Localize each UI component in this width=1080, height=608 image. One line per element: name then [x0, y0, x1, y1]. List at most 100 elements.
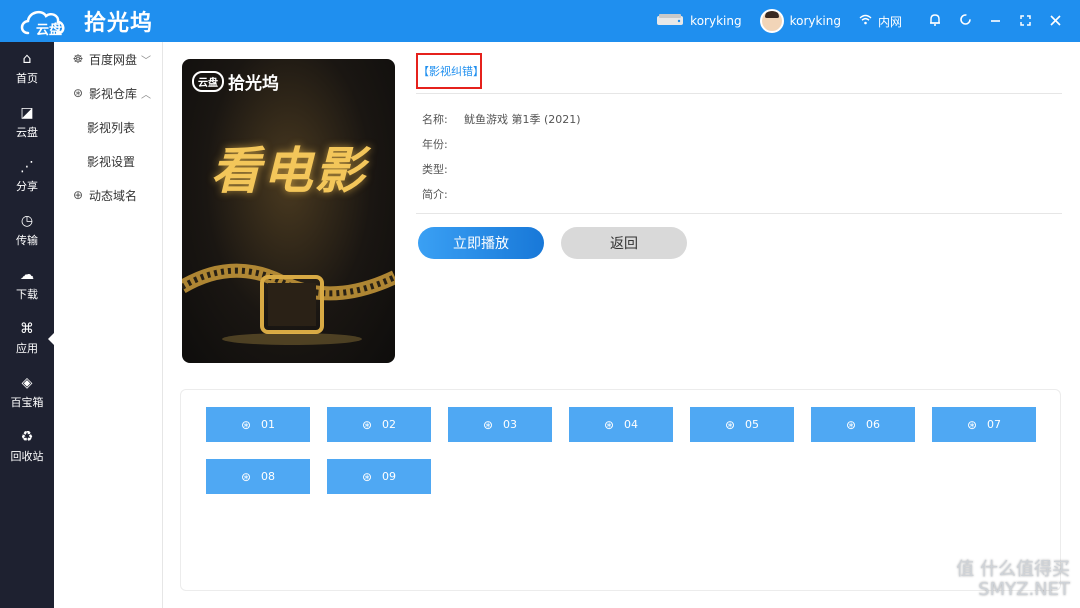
- minimize-button[interactable]: [980, 0, 1010, 42]
- film-reel-icon: ⊛: [966, 417, 978, 432]
- divider: [416, 213, 1062, 214]
- subnav-label: 影视设置: [87, 154, 136, 169]
- episode-label: 05: [745, 418, 760, 431]
- play-now-button[interactable]: 立即播放: [418, 227, 544, 259]
- close-icon: [1049, 12, 1061, 30]
- info-label: 名称:: [422, 112, 448, 126]
- divider: [416, 93, 1062, 94]
- maximize-icon: [1019, 12, 1031, 30]
- episode-label: 06: [866, 418, 881, 431]
- movie-poster: 云盘 拾光坞 看电影: [182, 59, 395, 363]
- main-nav: ⌂ 首页 ◪ 云盘 ⋰ 分享 ◷ 传输 ☁ 下载 ⌘ 应用 ◈ 百宝箱 ♻ 回收…: [0, 42, 55, 608]
- nav-item-share[interactable]: ⋰ 分享: [0, 150, 54, 204]
- refresh-icon: [959, 12, 972, 30]
- nav-label: 应用: [16, 342, 38, 355]
- app-name: 拾光坞: [84, 11, 154, 36]
- film-reel-icon: ⊛: [240, 469, 252, 484]
- apps-icon: ⌘: [20, 321, 34, 337]
- episode-button[interactable]: ⊛ 02: [327, 407, 431, 442]
- episode-button[interactable]: ⊛ 05: [690, 407, 794, 442]
- refresh-button[interactable]: [950, 0, 980, 42]
- nav-item-home[interactable]: ⌂ 首页: [0, 42, 54, 96]
- network-status[interactable]: 内网: [859, 13, 902, 30]
- nav-item-recycle-bin[interactable]: ♻ 回收站: [0, 420, 54, 474]
- episode-button[interactable]: ⊛ 04: [569, 407, 673, 442]
- logo-cloud-text: 云盘: [36, 23, 63, 38]
- episode-label: 01: [261, 418, 276, 431]
- nav-item-cloud-disk[interactable]: ◪ 云盘: [0, 96, 54, 150]
- info-row-genre: 类型:: [422, 156, 581, 181]
- cloud-logo-icon: 云盘: [18, 5, 80, 38]
- wifi-icon: [859, 14, 872, 28]
- subnav-item-media-settings[interactable]: 影视设置: [54, 144, 162, 178]
- subnav-label: 动态域名: [89, 188, 138, 203]
- nav-label: 传输: [16, 234, 38, 247]
- nav-label: 首页: [16, 72, 38, 85]
- nav-item-download[interactable]: ☁ 下载: [0, 258, 54, 312]
- nav-item-transfer[interactable]: ◷ 传输: [0, 204, 54, 258]
- device-name: koryking: [690, 14, 742, 28]
- nav-label: 百宝箱: [10, 396, 44, 409]
- back-button[interactable]: 返回: [561, 227, 687, 259]
- recycle-icon: ♻: [20, 429, 34, 445]
- subnav-label: 影视列表: [87, 120, 136, 135]
- film-reel-icon: ⊛: [240, 417, 252, 432]
- chevron-down-icon: ﹀: [141, 55, 152, 67]
- film-reel-icon: ⊛: [603, 417, 615, 432]
- transfer-icon: ◷: [20, 213, 34, 229]
- film-reel-icon: ⊛: [845, 417, 857, 432]
- user-name: koryking: [789, 14, 841, 28]
- info-label: 简介:: [422, 187, 448, 201]
- subnav-item-media-library[interactable]: ⊛ 影视仓库 ︿: [54, 76, 162, 110]
- episode-button[interactable]: ⊛ 06: [811, 407, 915, 442]
- nav-item-apps[interactable]: ⌘ 应用: [0, 312, 55, 366]
- nav-item-toolbox[interactable]: ◈ 百宝箱: [0, 366, 54, 420]
- media-detail-panel: 云盘 拾光坞 看电影 【影视纠错】 名称: 鱿鱼游戏 第1季 (2021) 年份…: [163, 42, 1080, 608]
- notification-button[interactable]: [920, 0, 950, 42]
- nav-label: 下载: [16, 288, 38, 301]
- episode-button[interactable]: ⊛ 01: [206, 407, 310, 442]
- episode-label: 04: [624, 418, 639, 431]
- app-logo: 云盘 拾光坞: [18, 5, 154, 38]
- subnav-item-ddns[interactable]: ⊕ 动态域名: [54, 178, 162, 212]
- film-strip-graphic: [182, 263, 395, 345]
- close-button[interactable]: [1040, 0, 1070, 42]
- episode-list: ⊛ 01 ⊛ 02 ⊛ 03 ⊛ 04 ⊛ 05 ⊛ 06 ⊛ 07 ⊛ 08: [180, 389, 1061, 591]
- globe-icon: ⊕: [72, 188, 84, 202]
- episode-label: 07: [987, 418, 1002, 431]
- nav-label: 云盘: [16, 126, 38, 139]
- media-correction-link[interactable]: 【影视纠错】: [416, 53, 484, 89]
- chevron-up-icon: ︿: [141, 89, 152, 101]
- episode-button[interactable]: ⊛ 03: [448, 407, 552, 442]
- info-row-year: 年份:: [422, 131, 581, 156]
- user-menu[interactable]: koryking: [759, 9, 841, 33]
- nav-label: 分享: [16, 180, 38, 193]
- episode-button[interactable]: ⊛ 09: [327, 459, 431, 494]
- info-label: 类型:: [422, 162, 448, 176]
- poster-title: 看电影: [210, 142, 367, 200]
- episode-label: 09: [382, 470, 397, 483]
- device-selector[interactable]: koryking: [656, 13, 742, 30]
- watermark-line-1: 值 什么值得买: [956, 559, 1070, 580]
- episode-label: 03: [503, 418, 518, 431]
- info-row-name: 名称: 鱿鱼游戏 第1季 (2021): [422, 106, 581, 131]
- device-icon: [656, 13, 684, 30]
- film-reel-icon: ⊛: [361, 469, 373, 484]
- film-reel-icon: ⊛: [482, 417, 494, 432]
- title-bar: 云盘 拾光坞 koryking koryking 内网: [0, 0, 1080, 42]
- share-icon: ⋰: [20, 159, 34, 175]
- info-row-summary: 简介:: [422, 181, 581, 206]
- toolbox-icon: ◈: [21, 375, 33, 391]
- episode-button[interactable]: ⊛ 07: [932, 407, 1036, 442]
- film-reel-icon: ⊛: [361, 417, 373, 432]
- sub-nav: ☸ 百度网盘 ﹀ ⊛ 影视仓库 ︿ 影视列表 影视设置 ⊕ 动态域名: [54, 42, 163, 608]
- avatar: [759, 9, 784, 33]
- maximize-button[interactable]: [1010, 0, 1040, 42]
- episode-label: 02: [382, 418, 397, 431]
- subnav-item-media-list[interactable]: 影视列表: [54, 110, 162, 144]
- episode-button[interactable]: ⊛ 08: [206, 459, 310, 494]
- media-info: 名称: 鱿鱼游戏 第1季 (2021) 年份: 类型: 简介:: [422, 106, 581, 206]
- subnav-item-baidu-pan[interactable]: ☸ 百度网盘 ﹀: [54, 42, 162, 76]
- film-reel-icon: ⊛: [724, 417, 736, 432]
- subnav-label: 百度网盘: [89, 52, 138, 67]
